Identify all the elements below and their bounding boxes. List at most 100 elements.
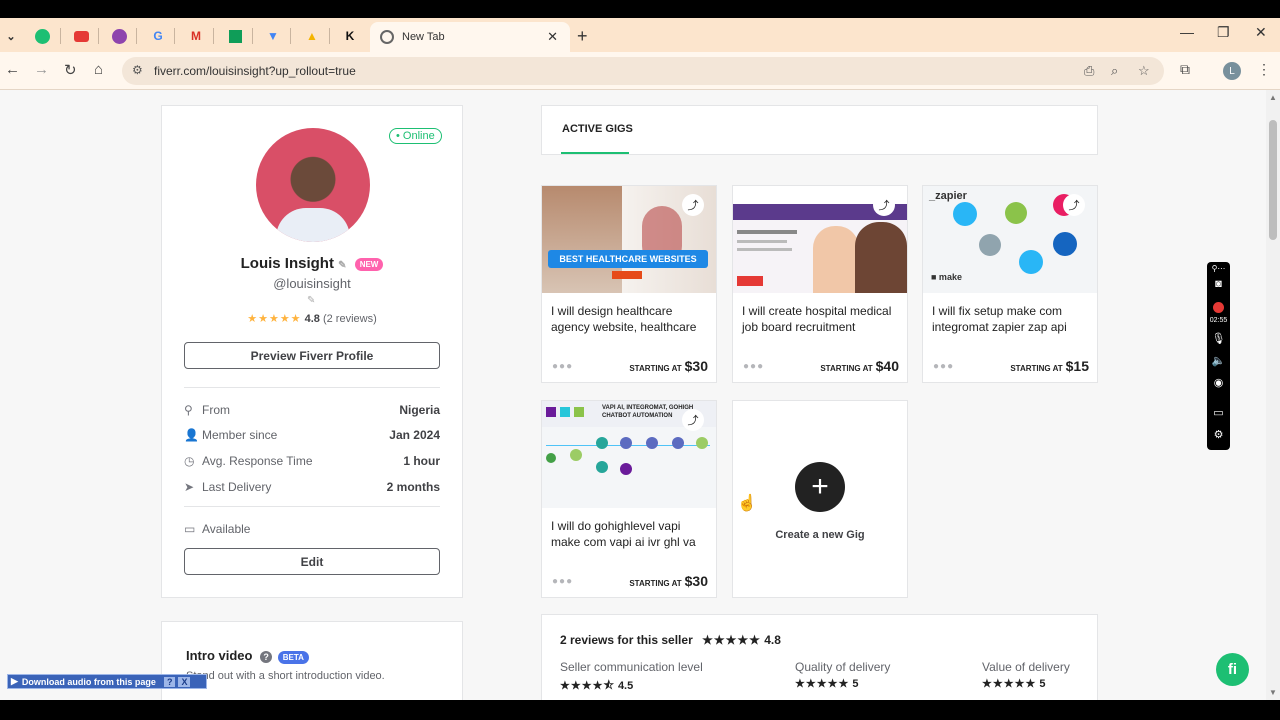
info-row-last-delivery: ➤ Last Delivery 2 months — [184, 480, 440, 494]
divider — [184, 387, 440, 388]
clock-icon: ◷ — [184, 454, 195, 468]
new-tab-button[interactable]: + — [577, 26, 588, 47]
share-icon[interactable]: ⤴ — [682, 409, 704, 431]
url-text[interactable]: fiverr.com/louisinsight?up_rollout=true — [154, 64, 356, 78]
edit-button[interactable]: Edit — [184, 548, 440, 575]
tab-active-gigs[interactable]: ACTIVE GIGS — [562, 123, 633, 135]
window-icon[interactable]: ▭ — [1207, 406, 1230, 419]
create-gig-label[interactable]: Create a new Gig — [733, 529, 907, 541]
profile-card: • Online Louis Insight ✎ NEW @louisinsig… — [161, 105, 463, 598]
tab-close-icon[interactable]: ✕ — [547, 29, 558, 45]
gig-price: STARTING AT $15 — [1010, 358, 1089, 374]
omnibox[interactable]: ⚙ fiverr.com/louisinsight?up_rollout=tru… — [122, 57, 1164, 85]
page-scrollbar[interactable]: ▲ ▼ — [1266, 90, 1280, 700]
back-icon[interactable]: ← — [5, 61, 20, 78]
gig-title[interactable]: I will fix setup make com integromat zap… — [932, 303, 1092, 335]
profile-avatar[interactable]: L — [1223, 62, 1241, 80]
microphone-icon[interactable]: 🎙 — [1207, 332, 1230, 345]
download-audio-label[interactable]: Download audio from this page — [22, 677, 156, 687]
webcam-icon[interactable]: ◉ — [1207, 376, 1230, 389]
online-badge: • Online — [389, 128, 442, 144]
scroll-thumb[interactable] — [1269, 120, 1277, 240]
camera-icon[interactable]: ◙ — [1207, 278, 1230, 290]
seller-handle: @louisinsight — [273, 276, 351, 291]
review-breakdown-quality: Quality of delivery ★★★★★ 5 — [795, 660, 891, 690]
gig-card[interactable]: VAPI AI, INTEGROMAT, GOHIGH CHATBOT AUTO… — [541, 400, 717, 598]
edit-tagline-pencil-icon[interactable]: ✎ — [307, 295, 315, 306]
share-icon[interactable]: ⤴ — [1063, 194, 1085, 216]
tab-new-tab[interactable]: New Tab ✕ — [370, 22, 570, 52]
tab-title: New Tab — [402, 31, 445, 43]
fiverr-icon[interactable] — [31, 26, 53, 46]
share-icon[interactable]: ⤴ — [682, 194, 704, 216]
settings-gear-icon[interactable]: ⚙ — [1207, 428, 1230, 441]
download-audio-bar[interactable]: ▶ Download audio from this page ? X — [7, 674, 207, 689]
active-tab-underline — [561, 152, 629, 154]
recorder-menu-icon[interactable]: ⚲⋯ — [1207, 264, 1230, 273]
google-icon[interactable]: G — [147, 26, 169, 46]
download-close-button[interactable]: X — [178, 676, 191, 687]
gig-card[interactable]: _zapier ■ make ⤴ I will fix setup make c… — [922, 185, 1098, 383]
beta-badge: BETA — [277, 651, 309, 664]
more-options-icon[interactable]: ●●● — [552, 361, 573, 372]
tab-strip: ⌄ G M ▼ ▲ K New Tab ✕ + — ❐ ✕ — [0, 18, 1280, 52]
scroll-down-icon[interactable]: ▼ — [1269, 688, 1277, 697]
intro-video-title: Intro video ? BETA — [186, 648, 309, 664]
help-icon[interactable]: ? — [260, 651, 273, 663]
home-icon[interactable]: ⌂ — [94, 61, 103, 78]
preview-profile-button[interactable]: Preview Fiverr Profile — [184, 342, 440, 369]
menu-icon[interactable]: ⋮ — [1257, 61, 1271, 78]
reviews-title: 2 reviews for this seller ★★★★★ 4.8 — [560, 633, 781, 647]
more-options-icon[interactable]: ●●● — [743, 361, 764, 372]
create-gig-card[interactable]: + Create a new Gig — [732, 400, 908, 598]
info-row-response-time: ◷ Avg. Response Time 1 hour — [184, 454, 440, 468]
gig-title[interactable]: I will design healthcare agency website,… — [551, 303, 711, 335]
drive-icon[interactable]: ▲ — [301, 26, 323, 46]
reload-icon[interactable]: ↻ — [64, 61, 77, 79]
share-icon[interactable]: ⤴ — [873, 194, 895, 216]
user-icon: 👤 — [184, 428, 199, 442]
zoom-icon[interactable]: ⌕ — [1111, 63, 1118, 79]
seller-name-text: Louis Insight — [240, 255, 334, 272]
recorder-toolbar: ⚲⋯ ◙ 02:55 🎙 🔈 ◉ ▭ ⚙ — [1207, 262, 1230, 450]
k-icon[interactable]: K — [339, 26, 361, 46]
gig-price: STARTING AT $40 — [820, 358, 899, 374]
gig-title[interactable]: I will create hospital medical job board… — [742, 303, 902, 335]
info-row-member-since: 👤 Member since Jan 2024 — [184, 428, 440, 442]
fiverr-chat-button[interactable]: fi — [1216, 653, 1249, 686]
youtube-icon[interactable] — [70, 26, 92, 46]
bookmark-star-icon[interactable]: ☆ — [1138, 63, 1150, 79]
speaker-icon[interactable]: 🔈 — [1207, 354, 1230, 367]
more-options-icon[interactable]: ●●● — [552, 576, 573, 587]
location-pin-icon: ⚲ — [184, 403, 193, 417]
tab-search-chevron-icon[interactable]: ⌄ — [0, 26, 22, 46]
minimize-icon[interactable]: — — [1180, 24, 1194, 40]
close-window-icon[interactable]: ✕ — [1255, 24, 1267, 41]
gig-price: STARTING AT $30 — [629, 573, 708, 589]
restore-icon[interactable]: ❐ — [1217, 24, 1230, 41]
edit-name-pencil-icon[interactable]: ✎ — [338, 260, 346, 271]
flow-icon[interactable]: ▼ — [262, 26, 284, 46]
gig-title[interactable]: I will do gohighlevel vapi make com vapi… — [551, 518, 711, 550]
record-icon[interactable] — [1213, 302, 1224, 313]
extensions-icon[interactable]: ⧉ — [1180, 61, 1190, 78]
gig-card[interactable]: BEST HEALTHCARE WEBSITES ⤴ I will design… — [541, 185, 717, 383]
profile-photo[interactable] — [256, 128, 370, 242]
divider — [184, 506, 440, 507]
site-settings-icon[interactable]: ⚙ — [132, 63, 143, 77]
gmail-icon[interactable]: M — [185, 26, 207, 46]
plus-icon[interactable]: + — [795, 462, 845, 512]
sheets-icon[interactable] — [224, 26, 246, 46]
forward-icon[interactable]: → — [34, 61, 49, 78]
gig-card[interactable]: ⤴ I will create hospital medical job boa… — [732, 185, 908, 383]
app-icon[interactable] — [108, 26, 130, 46]
rating-stars-icon: ★★★★★ — [795, 678, 850, 690]
gig-price: STARTING AT $30 — [629, 358, 708, 374]
download-help-button[interactable]: ? — [163, 676, 176, 687]
more-options-icon[interactable]: ●●● — [933, 361, 954, 372]
review-count[interactable]: (2 reviews) — [323, 313, 377, 325]
scroll-up-icon[interactable]: ▲ — [1269, 93, 1277, 102]
install-app-icon[interactable]: ⎙ — [1084, 63, 1094, 79]
rating-stars-icon: ★★★★★ — [982, 678, 1037, 690]
thumb-banner: BEST HEALTHCARE WEBSITES — [548, 250, 708, 268]
